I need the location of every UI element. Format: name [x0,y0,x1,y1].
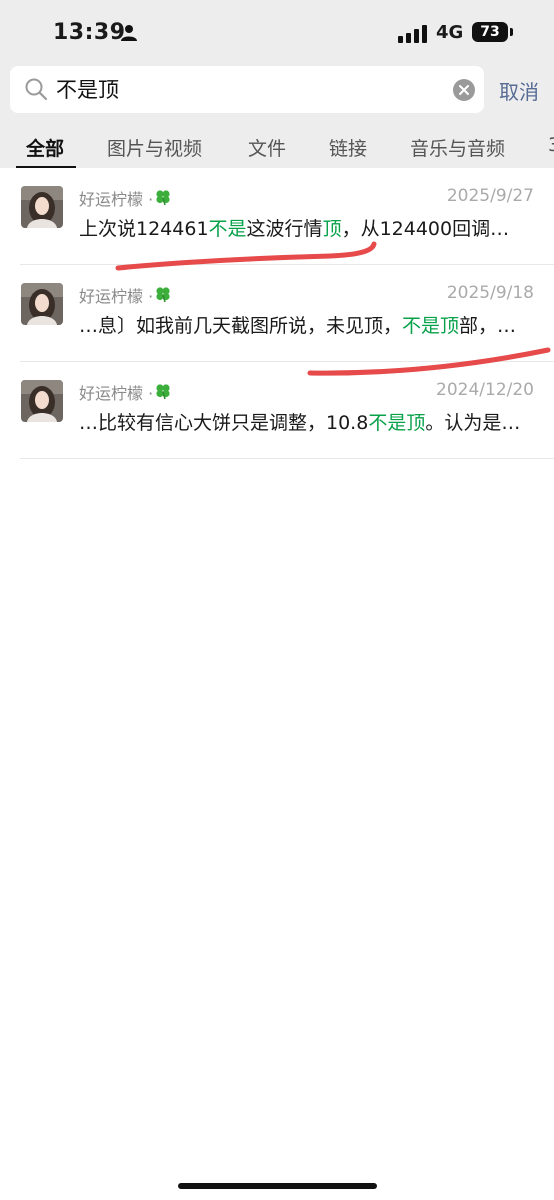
status-time: 13:39 [53,20,126,45]
tab-links[interactable]: 链接 [329,134,367,161]
snippet-text: …息〕如我前几天截图所说，未见顶， [79,315,403,337]
four-leaf-clover-icon [156,384,170,400]
battery-nub [510,28,513,36]
snippet-text: …比较有信心大饼只是调整，10.8 [79,412,369,434]
message-date: 2025/9/27 [446,186,534,206]
avatar [21,283,63,325]
sender-name: 好运柠檬 · [79,287,154,306]
avatar [21,380,63,422]
sender-name: 好运柠檬 · [79,384,154,403]
search-input[interactable] [56,72,426,106]
network-label: 4G [436,22,464,43]
four-leaf-clover-icon [156,287,170,303]
cancel-button[interactable]: 取消 [499,76,539,105]
clear-icon[interactable] [453,79,475,101]
message-snippet: …比较有信心大饼只是调整，10.8不是顶。认为是… [79,408,539,435]
search-box[interactable] [10,66,484,113]
signal-icon [398,25,427,43]
snippet-text: 。认为是… [425,412,521,434]
keyword-highlight: 不是 [208,218,247,240]
keyword-highlight: 顶 [322,218,342,240]
tab-photos-videos[interactable]: 图片与视频 [107,134,202,161]
search-result[interactable]: 好运柠檬 · 2024/12/20 …比较有信心大饼只是调整，10.8不是顶。认… [0,362,554,459]
search-icon [25,78,48,101]
message-snippet: …息〕如我前几天截图所说，未见顶，不是顶部，… [79,311,539,338]
home-indicator [178,1183,377,1189]
sender-name: 好运柠檬 · [79,190,154,209]
avatar [21,186,63,228]
snippet-text: ，从124400回调… [341,218,510,240]
keyword-highlight: 不是顶 [402,315,460,337]
tab-all[interactable]: 全部 [26,134,64,161]
message-date: 2024/12/20 [436,380,534,400]
search-result[interactable]: 好运柠檬 · 2025/9/27 上次说124461不是这波行情顶，从12440… [0,168,554,265]
tab-music-audio[interactable]: 音乐与音频 [410,134,505,161]
message-date: 2025/9/18 [446,283,534,303]
snippet-text: 这波行情 [246,218,323,240]
person-icon [121,25,137,41]
snippet-text: 部，… [459,315,517,337]
filter-tabs: 全部 图片与视频 文件 链接 音乐与音频 3 [0,128,554,168]
tab-overflow[interactable]: 3 [548,134,554,156]
four-leaf-clover-icon [156,190,170,206]
search-result[interactable]: 好运柠檬 · 2025/9/18 …息〕如我前几天截图所说，未见顶，不是顶部，… [0,265,554,362]
message-snippet: 上次说124461不是这波行情顶，从124400回调… [79,214,539,241]
tab-files[interactable]: 文件 [248,134,286,161]
row-divider [20,458,554,459]
keyword-highlight: 不是顶 [368,412,426,434]
snippet-text: 上次说124461 [79,218,209,240]
battery-indicator: 73 [472,22,508,42]
